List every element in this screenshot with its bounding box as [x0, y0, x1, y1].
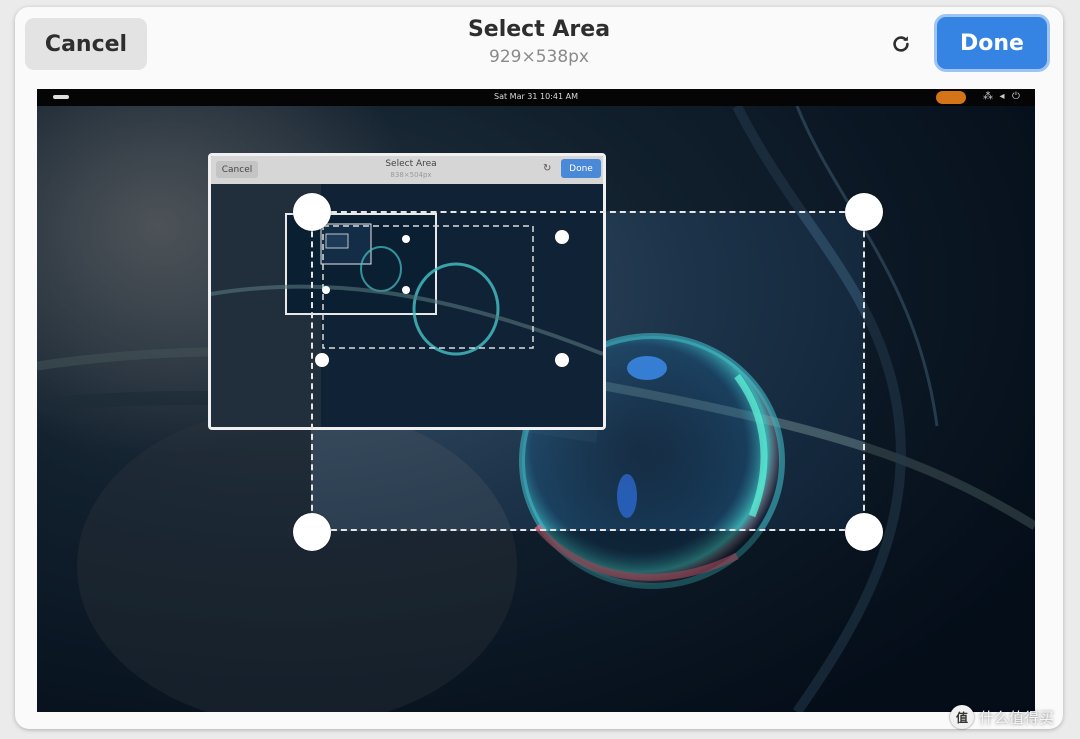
- title-area: Select Area 929×538px: [389, 15, 689, 69]
- watermark-text: 什么值得买: [979, 708, 1055, 727]
- nested-done-button: Done: [561, 159, 601, 178]
- screenshot-preview[interactable]: Sat Mar 31 10:41 AM ⁂ ◂ ⏻ Cancel Select …: [37, 89, 1035, 712]
- desktop-top-bar: Sat Mar 31 10:41 AM ⁂ ◂ ⏻: [37, 89, 1035, 106]
- nested-header: Cancel Select Area 838×504px ↻ Done: [211, 156, 603, 184]
- power-icon: ⏻: [1012, 91, 1020, 102]
- dim-overlay-bottom: [37, 531, 1035, 712]
- refresh-icon: [893, 36, 909, 52]
- nested-refresh-icon: ↻: [543, 163, 552, 174]
- selection-dimensions: 929×538px: [489, 47, 589, 67]
- resize-handle-top-right[interactable]: [845, 193, 883, 231]
- header-bar: Cancel Select Area 929×538px Done: [15, 7, 1063, 87]
- top-bar-clock: Sat Mar 31 10:41 AM: [494, 92, 578, 101]
- refresh-button[interactable]: [881, 27, 921, 61]
- screen-record-indicator: [936, 91, 966, 104]
- nested-title: Select Area 838×504px: [361, 159, 461, 181]
- page-title: Select Area: [467, 17, 611, 42]
- status-icons: ⁂ ◂ ⏻: [981, 91, 1031, 104]
- volume-icon: ◂: [999, 91, 1005, 102]
- resize-handle-top-left[interactable]: [293, 193, 331, 231]
- cancel-button[interactable]: Cancel: [25, 18, 147, 70]
- watermark-logo-icon: 值: [950, 705, 974, 729]
- nested-title-text: Select Area: [385, 159, 437, 169]
- done-button[interactable]: Done: [937, 17, 1047, 69]
- network-icon: ⁂: [983, 91, 993, 102]
- resize-handle-bottom-left[interactable]: [293, 513, 331, 551]
- nested-cancel-button: Cancel: [216, 161, 258, 178]
- site-watermark: 值 什么值得买: [950, 703, 1075, 731]
- dim-overlay-right: [865, 211, 1035, 531]
- nested-dimensions: 838×504px: [390, 171, 432, 179]
- resize-handle-bottom-right[interactable]: [845, 513, 883, 551]
- selection-rectangle[interactable]: [311, 211, 865, 531]
- screenshot-dialog: Cancel Select Area 929×538px Done Sat Ma…: [15, 7, 1063, 729]
